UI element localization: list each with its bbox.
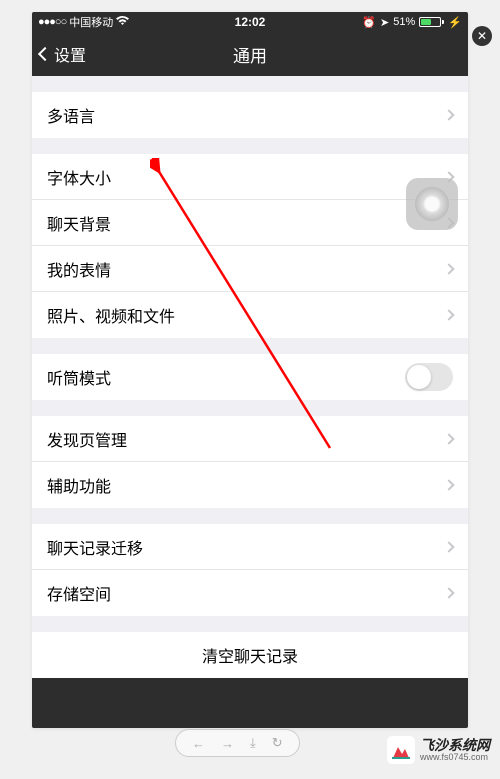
row-clear-chat[interactable]: 清空聊天记录 — [32, 632, 468, 678]
row-accessibility[interactable]: 辅助功能 — [32, 462, 468, 508]
row-discover[interactable]: 发现页管理 — [32, 416, 468, 462]
image-toolbar: ← → ⤓ ↻ — [175, 729, 300, 757]
row-label: 清空聊天记录 — [202, 643, 298, 667]
refresh-icon[interactable]: ↻ — [272, 735, 283, 751]
row-label: 存储空间 — [47, 581, 111, 605]
location-icon: ➤ — [380, 16, 389, 29]
chevron-right-icon — [443, 541, 454, 552]
row-migrate[interactable]: 聊天记录迁移 — [32, 524, 468, 570]
row-media[interactable]: 照片、视频和文件 — [32, 292, 468, 338]
row-label: 聊天记录迁移 — [47, 535, 143, 559]
chevron-right-icon — [443, 309, 454, 320]
watermark: 飞沙系统网 www.fs0745.com — [387, 736, 490, 764]
row-label: 多语言 — [47, 103, 95, 127]
row-label: 我的表情 — [47, 257, 111, 281]
chevron-right-icon — [443, 433, 454, 444]
row-label: 辅助功能 — [47, 473, 111, 497]
chevron-right-icon — [443, 587, 454, 598]
chevron-left-icon — [38, 47, 52, 61]
close-button[interactable]: ✕ — [472, 26, 492, 46]
page-title: 通用 — [233, 42, 267, 67]
back-button[interactable]: 设置 — [40, 42, 86, 66]
charging-icon: ⚡ — [448, 16, 462, 29]
phone-frame: ●●●○○ 中国移动 12:02 ⏰ ➤ 51% ⚡ 设置 — [32, 12, 468, 728]
back-label: 设置 — [54, 42, 86, 66]
clock: 12:02 — [235, 15, 266, 29]
row-fontsize[interactable]: 字体大小 — [32, 154, 468, 200]
status-bar: ●●●○○ 中国移动 12:02 ⏰ ➤ 51% ⚡ — [32, 12, 468, 32]
row-label: 发现页管理 — [47, 427, 127, 451]
alarm-icon: ⏰ — [362, 16, 376, 29]
watermark-logo-icon — [387, 736, 415, 764]
next-icon[interactable]: → — [221, 736, 234, 751]
close-icon: ✕ — [477, 29, 487, 43]
row-label: 字体大小 — [47, 165, 111, 189]
watermark-url: www.fs0745.com — [420, 753, 490, 762]
wifi-icon — [116, 16, 129, 29]
download-icon[interactable]: ⤓ — [250, 735, 256, 751]
assistive-touch[interactable] — [406, 178, 458, 230]
chevron-right-icon — [443, 109, 454, 120]
watermark-title: 飞沙系统网 — [420, 738, 490, 753]
row-label: 听筒模式 — [47, 365, 111, 389]
assistive-touch-icon — [415, 187, 449, 221]
prev-icon[interactable]: ← — [192, 736, 205, 751]
row-earmode[interactable]: 听筒模式 — [32, 354, 468, 400]
row-storage[interactable]: 存储空间 — [32, 570, 468, 616]
row-chatbg[interactable]: 聊天背景 — [32, 200, 468, 246]
earmode-toggle[interactable] — [405, 363, 453, 391]
row-label: 照片、视频和文件 — [47, 303, 175, 327]
battery-percent: 51% — [393, 16, 415, 28]
row-label: 聊天背景 — [47, 211, 111, 235]
chevron-right-icon — [443, 263, 454, 274]
row-stickers[interactable]: 我的表情 — [32, 246, 468, 292]
battery-icon — [419, 17, 444, 27]
signal-dots: ●●●○○ — [38, 16, 66, 28]
chevron-right-icon — [443, 479, 454, 490]
row-multilang[interactable]: 多语言 — [32, 92, 468, 138]
nav-bar: 设置 通用 — [32, 32, 468, 76]
phone-footer — [32, 678, 468, 728]
carrier-label: 中国移动 — [69, 14, 113, 30]
